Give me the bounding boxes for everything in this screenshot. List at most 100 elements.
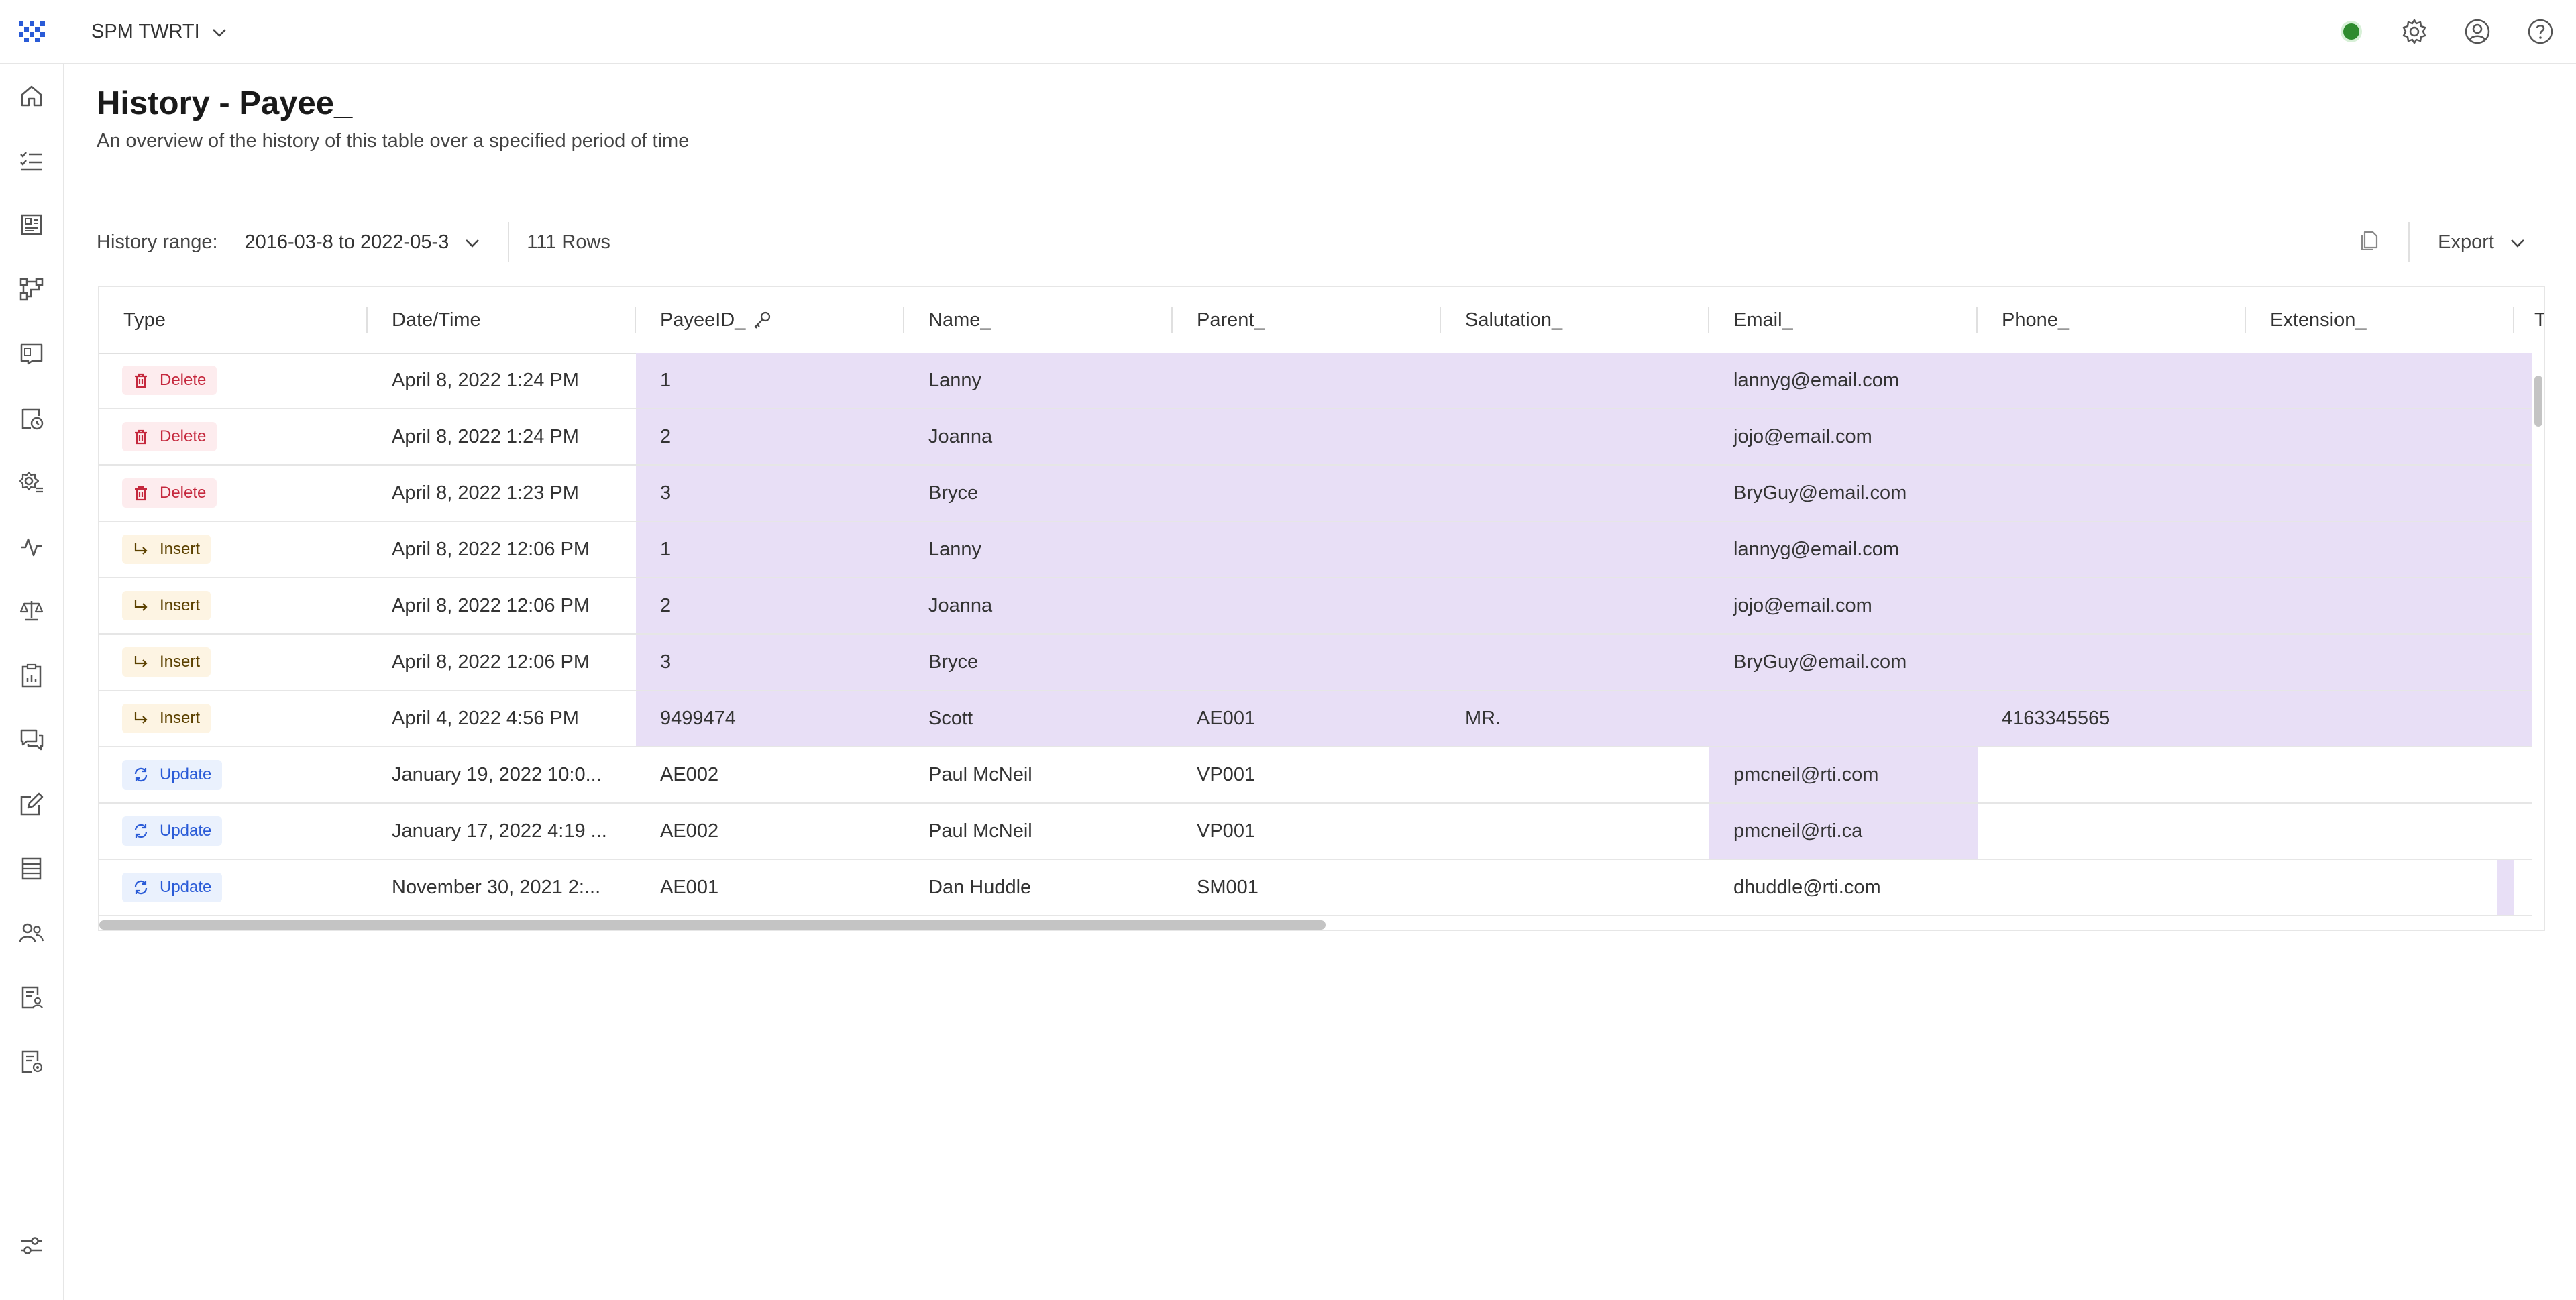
cell-next (2514, 747, 2532, 802)
cell-name: Paul McNeil (928, 820, 1032, 842)
users-icon[interactable] (16, 918, 47, 949)
cell-parent (1173, 353, 1441, 408)
task-list-icon[interactable] (16, 145, 47, 176)
column-header-extension[interactable]: Extension_ (2246, 287, 2514, 353)
cell-next (2514, 409, 2532, 464)
horizontal-scroll-thumb[interactable] (99, 920, 1326, 930)
cell-email (1709, 691, 1978, 746)
page-title: History - Payee_ (97, 85, 353, 121)
vertical-scroll-thumb[interactable] (2534, 376, 2542, 427)
table-row[interactable]: Update November 30, 2021 2:... AE001 Dan Hu… (99, 860, 2532, 916)
column-header-phone[interactable]: Phone_ (1978, 287, 2246, 353)
schedule-icon[interactable] (16, 402, 47, 433)
table-row[interactable]: Update January 17, 2022 4:19 ... AE002 Paul… (99, 804, 2532, 860)
export-button[interactable]: Export (2408, 222, 2525, 262)
database-table-icon[interactable] (16, 853, 47, 884)
cell-email: pmcneil@rti.com (1709, 747, 1978, 802)
workspace-switcher[interactable]: SPM TWRTI (91, 17, 227, 46)
horizontal-scrollbar[interactable] (99, 919, 2544, 930)
cell-phone (1978, 804, 2246, 859)
cell-name: Bryce (904, 635, 1173, 690)
cell-datetime: April 8, 2022 12:06 PM (392, 594, 590, 616)
cell-salutation (1441, 466, 1709, 521)
change-type-label: Insert (160, 540, 201, 558)
chevron-down-icon (2510, 231, 2525, 254)
cell-datetime: April 8, 2022 1:24 PM (392, 369, 579, 391)
cell-next (2514, 466, 2532, 521)
cell-parent (1173, 635, 1441, 690)
chat-icon[interactable] (16, 724, 47, 755)
document-settings-icon[interactable] (16, 1046, 47, 1077)
change-type-badge: Delete (122, 478, 217, 508)
cell-type: Delete (99, 466, 368, 521)
copy-button[interactable] (2355, 227, 2384, 257)
table-row[interactable]: Insert April 8, 2022 12:06 PM 2 Joanna jojo@… (99, 578, 2532, 635)
cell-next (2514, 804, 2532, 859)
cell-name: Joanna (904, 578, 1173, 633)
cell-datetime: April 8, 2022 1:24 PM (392, 425, 579, 447)
sliders-icon[interactable] (16, 1230, 47, 1261)
change-type-label: Insert (160, 653, 201, 671)
activity-icon[interactable] (16, 531, 47, 562)
table-row[interactable]: Insert April 8, 2022 12:06 PM 1 Lanny lannyg… (99, 522, 2532, 578)
column-header-next[interactable]: T (2514, 287, 2544, 353)
table-row[interactable]: Delete April 8, 2022 1:24 PM 2 Joanna jojo@e… (99, 409, 2532, 466)
cell-salutation (1441, 635, 1709, 690)
cell-parent (1173, 466, 1441, 521)
chevron-down-icon (465, 231, 480, 254)
help-icon[interactable] (2525, 16, 2556, 47)
gear-icon[interactable] (2399, 16, 2430, 47)
home-icon[interactable] (16, 80, 47, 111)
dashboard-icon[interactable] (16, 209, 47, 240)
vertical-scrollbar[interactable] (2532, 353, 2544, 918)
user-account-icon[interactable] (2462, 16, 2493, 47)
status-indicator-icon[interactable] (2336, 16, 2367, 47)
change-type-label: Update (160, 765, 212, 783)
cell-name: Lanny (904, 522, 1173, 577)
table-row[interactable]: Delete April 8, 2022 1:23 PM 3 Bryce BryGuy@… (99, 466, 2532, 522)
trash-icon (131, 371, 150, 390)
change-type-label: Insert (160, 596, 201, 614)
reports-icon[interactable] (16, 338, 47, 369)
history-range-select[interactable]: 2016-03-8 to 2022-05-3 (245, 231, 480, 254)
refresh-icon (131, 822, 150, 841)
cell-name: Scott (904, 691, 1173, 746)
clipboard-chart-icon[interactable] (16, 660, 47, 691)
cell-extension (2246, 409, 2514, 464)
settings-list-icon[interactable] (16, 467, 47, 498)
change-type-badge: Insert (122, 704, 211, 733)
column-header-email[interactable]: Email_ (1709, 287, 1978, 353)
cell-parent: VP001 (1197, 763, 1256, 786)
cell-datetime: November 30, 2021 2:... (392, 876, 601, 898)
balance-scale-icon[interactable] (16, 596, 47, 627)
cell-next (2514, 691, 2532, 746)
table-row[interactable]: Delete April 8, 2022 1:24 PM 1 Lanny lannyg@… (99, 353, 2532, 409)
cell-extension (2246, 353, 2514, 408)
column-header-payeeid[interactable]: PayeeID_ (636, 287, 904, 353)
workspace-name: SPM TWRTI (91, 20, 200, 42)
column-header-parent[interactable]: Parent_ (1173, 287, 1441, 353)
column-header-datetime[interactable]: Date/Time (368, 287, 636, 353)
cell-extension (2246, 466, 2514, 521)
app-logo-icon[interactable] (17, 20, 47, 43)
cell-type: Update (99, 804, 368, 859)
workflow-icon[interactable] (16, 274, 47, 305)
trash-icon (131, 484, 150, 502)
column-header-salutation[interactable]: Salutation_ (1441, 287, 1709, 353)
cell-next (2514, 522, 2532, 577)
cell-extension (2246, 804, 2514, 859)
payee-report-icon[interactable] (16, 982, 47, 1013)
table-row[interactable]: Update January 19, 2022 10:0... AE002 Paul … (99, 747, 2532, 804)
cell-payee-id: AE002 (660, 820, 719, 842)
copy-icon (2359, 229, 2379, 256)
edit-document-icon[interactable] (16, 789, 47, 820)
column-header-name[interactable]: Name_ (904, 287, 1173, 353)
column-header-type[interactable]: Type (99, 287, 368, 353)
cell-email: pmcneil@rti.ca (1709, 804, 1978, 859)
table-row[interactable]: Insert April 4, 2022 4:56 PM 9499474 Scott A… (99, 691, 2532, 747)
cell-type: Delete (99, 353, 368, 408)
table-row[interactable]: Insert April 8, 2022 12:06 PM 3 Bryce BryGuy… (99, 635, 2532, 691)
cell-payee-id: 2 (636, 409, 904, 464)
change-type-label: Delete (160, 371, 207, 389)
cell-datetime: April 8, 2022 12:06 PM (392, 538, 590, 560)
